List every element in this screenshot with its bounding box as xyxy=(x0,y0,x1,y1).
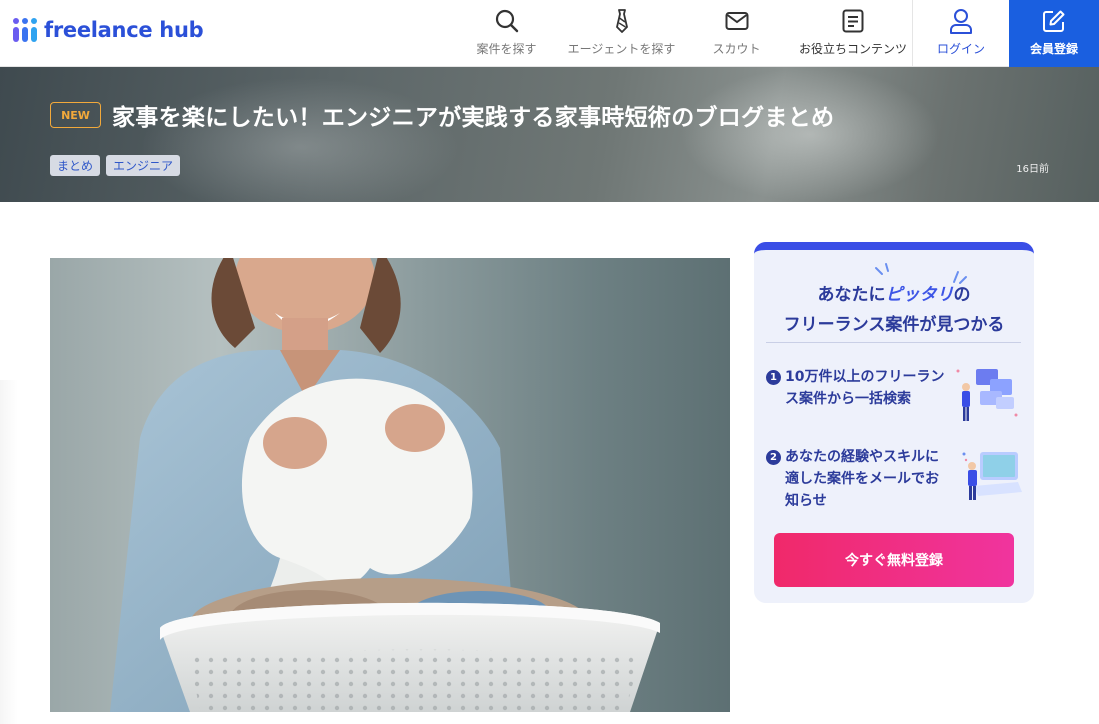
signup-promo-card: あなたにピッタリの フリーランス案件が見つかる 1 10万件以上のフリーランス案… xyxy=(754,242,1034,603)
promo-heading-line1: あなたにピッタリの xyxy=(817,285,971,305)
tie-icon xyxy=(609,8,635,34)
article-title: 家事を楽にしたい！エンジニアが実践する家事時短術のブログまとめ xyxy=(112,105,835,131)
search-illustration-icon xyxy=(956,369,1018,421)
edit-icon xyxy=(1041,8,1067,34)
article-hero xyxy=(0,67,1099,202)
point-number-badge: 1 xyxy=(766,370,781,385)
logo-text: freelance hub xyxy=(44,18,204,42)
user-icon xyxy=(948,8,974,34)
tag-matome[interactable]: まとめ xyxy=(50,155,101,176)
article-eyecatch-image xyxy=(50,258,730,712)
mail-icon xyxy=(724,8,750,34)
nav-label: 案件を探す xyxy=(476,42,537,56)
page-edge-shadow xyxy=(0,380,18,724)
nav-label: ログイン xyxy=(936,42,985,56)
tag-engineer[interactable]: エンジニア xyxy=(106,155,181,176)
site-logo[interactable]: freelance hub xyxy=(12,16,204,44)
point-text: 10万件以上のフリーランス案件から一括検索 xyxy=(785,369,945,407)
publish-date: 16日前 xyxy=(1016,164,1049,175)
nav-label: エージェントを探す xyxy=(567,42,676,56)
nav-contents[interactable]: お役立ちコンテンツ xyxy=(794,0,912,67)
laptop-illustration-icon xyxy=(962,452,1022,500)
sparkle-icon xyxy=(875,263,889,275)
nav-label: 会員登録 xyxy=(1029,42,1078,56)
nav-label: スカウト xyxy=(712,42,761,56)
nav-search-jobs[interactable]: 案件を探す xyxy=(449,0,564,67)
promo-heading-line2: フリーランス案件が見つかる xyxy=(783,315,1005,335)
nav-register[interactable]: 会員登録 xyxy=(1009,0,1099,67)
point-number-badge: 2 xyxy=(766,450,781,465)
nav-label: お役立ちコンテンツ xyxy=(798,42,907,56)
divider xyxy=(766,342,1021,343)
point-text: あなたの経験やスキルに適した案件をメールでお知らせ xyxy=(785,449,939,509)
main-nav: 案件を探す エージェントを探す スカウト お役立ちコンテンツ ログイン 会員登録 xyxy=(449,0,1099,67)
new-badge: NEW xyxy=(50,102,101,128)
nav-login[interactable]: ログイン xyxy=(912,0,1009,67)
site-header: freelance hub 案件を探す エージェントを探す スカウト お役立ちコ… xyxy=(0,0,1099,67)
free-signup-button[interactable]: 今すぐ無料登録 xyxy=(774,533,1014,587)
document-icon xyxy=(840,8,866,34)
nav-search-agents[interactable]: エージェントを探す xyxy=(564,0,679,67)
logo-mark-icon xyxy=(12,17,38,43)
search-icon xyxy=(494,8,520,34)
nav-scout[interactable]: スカウト xyxy=(679,0,794,67)
tag-list: まとめ エンジニア xyxy=(50,155,181,176)
